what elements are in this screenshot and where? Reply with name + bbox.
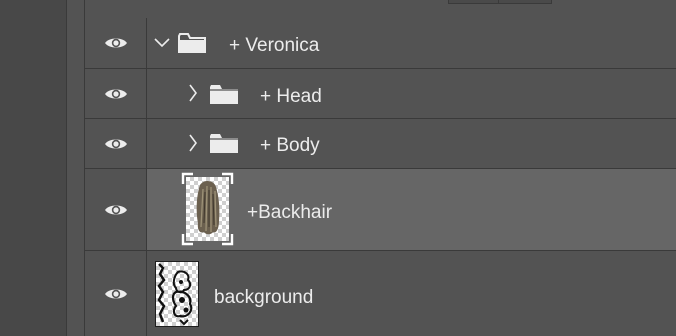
- chevron-right-icon[interactable]: [188, 84, 198, 102]
- selection-brackets: [181, 172, 234, 246]
- chevron-down-icon[interactable]: [154, 37, 170, 49]
- layer-name: background: [214, 287, 314, 308]
- layer-row-head[interactable]: + Head: [85, 69, 676, 119]
- layer-content[interactable]: + Head: [147, 69, 676, 118]
- layers-panel: + Veronica + Head + Body +Backhair backg…: [85, 18, 676, 336]
- left-toolbar-strip: [0, 0, 67, 336]
- layer-row-backhair[interactable]: +Backhair: [85, 169, 676, 251]
- visibility-toggle[interactable]: [85, 119, 147, 168]
- layer-row-body[interactable]: + Body: [85, 119, 676, 169]
- layer-content[interactable]: + Veronica: [147, 18, 676, 68]
- eye-icon: [104, 38, 127, 48]
- eye-icon: [104, 205, 127, 214]
- layer-content[interactable]: +Backhair: [147, 169, 676, 250]
- layer-row-veronica[interactable]: + Veronica: [85, 18, 676, 69]
- layer-thumbnail-icon[interactable]: [155, 261, 199, 327]
- visibility-toggle[interactable]: [85, 251, 147, 336]
- layer-name: + Head: [260, 86, 322, 107]
- eye-icon: [104, 139, 127, 148]
- visibility-toggle[interactable]: [85, 18, 147, 68]
- layer-content[interactable]: background: [147, 251, 676, 336]
- visibility-toggle[interactable]: [85, 169, 147, 250]
- layer-name: + Body: [260, 135, 320, 156]
- chevron-right-icon[interactable]: [188, 134, 198, 152]
- layer-content[interactable]: + Body: [147, 119, 676, 168]
- visibility-toggle[interactable]: [85, 69, 147, 118]
- eye-icon: [104, 289, 127, 298]
- folder-icon: [178, 33, 206, 53]
- layers-panel-header: [85, 0, 676, 18]
- folder-icon: [210, 85, 238, 104]
- layer-name: +Backhair: [247, 202, 333, 223]
- layer-row-background[interactable]: background: [85, 251, 676, 336]
- background-thumbnail-image: [157, 263, 193, 326]
- layer-name: + Veronica: [229, 35, 320, 56]
- eye-icon: [104, 89, 127, 98]
- header-divider: [498, 0, 499, 4]
- header-control[interactable]: [448, 0, 552, 4]
- folder-icon: [210, 134, 238, 153]
